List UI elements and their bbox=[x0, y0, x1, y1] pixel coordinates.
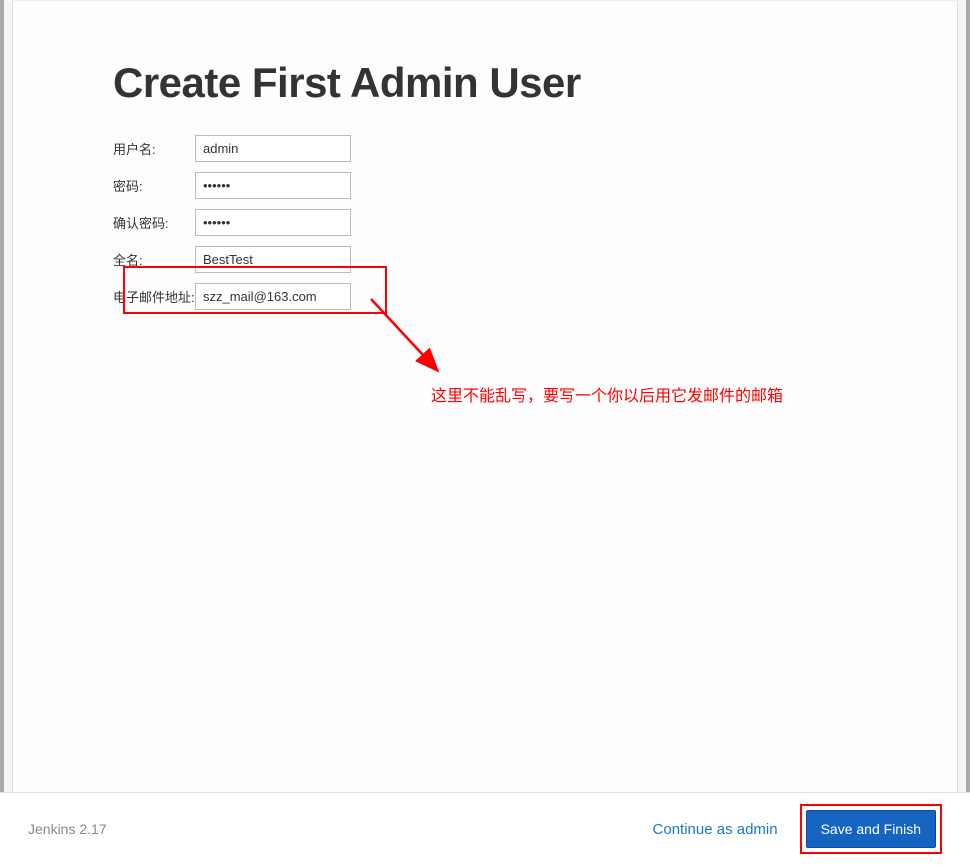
confirm-password-row: 确认密码: bbox=[113, 209, 857, 236]
annotation-text: 这里不能乱写，要写一个你以后用它发邮件的邮箱 bbox=[431, 382, 783, 406]
right-border bbox=[966, 0, 970, 865]
confirm-password-label: 确认密码: bbox=[113, 213, 195, 232]
continue-as-admin-link[interactable]: Continue as admin bbox=[653, 821, 778, 838]
page-title: Create First Admin User bbox=[113, 59, 857, 107]
footer-bar: Jenkins 2.17 Continue as admin Save and … bbox=[0, 792, 970, 865]
save-and-finish-button[interactable]: Save and Finish bbox=[806, 810, 936, 848]
username-input[interactable] bbox=[195, 135, 351, 162]
save-button-highlight: Save and Finish bbox=[800, 804, 942, 854]
main-panel: Create First Admin User 用户名: 密码: 确认密码: 全… bbox=[12, 0, 958, 792]
left-border bbox=[0, 0, 4, 865]
fullname-row: 全名: bbox=[113, 246, 857, 273]
fullname-label: 全名: bbox=[113, 250, 195, 269]
confirm-password-input[interactable] bbox=[195, 209, 351, 236]
username-row: 用户名: bbox=[113, 135, 857, 162]
email-input[interactable] bbox=[195, 283, 351, 310]
content-area: Create First Admin User 用户名: 密码: 确认密码: 全… bbox=[13, 1, 957, 310]
password-label: 密码: bbox=[113, 176, 195, 195]
password-input[interactable] bbox=[195, 172, 351, 199]
password-row: 密码: bbox=[113, 172, 857, 199]
email-row: 电子邮件地址: bbox=[113, 283, 857, 310]
fullname-input[interactable] bbox=[195, 246, 351, 273]
username-label: 用户名: bbox=[113, 139, 195, 158]
email-label: 电子邮件地址: bbox=[113, 287, 195, 306]
footer-actions: Continue as admin Save and Finish bbox=[653, 804, 942, 854]
version-label: Jenkins 2.17 bbox=[28, 821, 653, 837]
